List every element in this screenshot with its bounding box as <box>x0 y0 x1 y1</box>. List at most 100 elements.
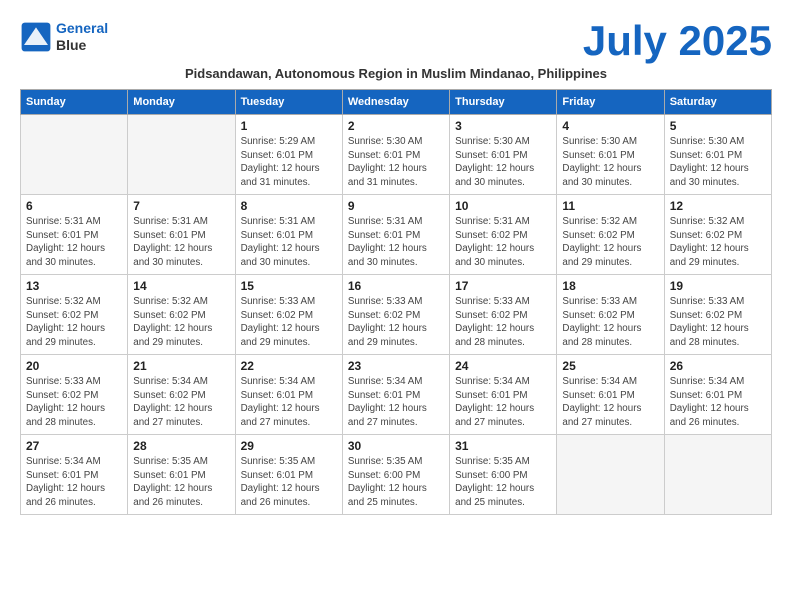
day-info: Sunrise: 5:32 AM Sunset: 6:02 PM Dayligh… <box>670 215 766 270</box>
logo-text: General Blue <box>56 20 108 54</box>
day-info: Sunrise: 5:33 AM Sunset: 6:02 PM Dayligh… <box>241 295 337 350</box>
day-info: Sunrise: 5:31 AM Sunset: 6:01 PM Dayligh… <box>348 215 444 270</box>
day-number: 3 <box>455 119 551 133</box>
weekday-header: Friday <box>557 90 664 115</box>
day-number: 17 <box>455 279 551 293</box>
calendar-day-cell: 3 Sunrise: 5:30 AM Sunset: 6:01 PM Daylig… <box>450 115 557 195</box>
day-number: 18 <box>562 279 658 293</box>
day-number: 9 <box>348 199 444 213</box>
day-number: 22 <box>241 359 337 373</box>
day-info: Sunrise: 5:35 AM Sunset: 6:00 PM Dayligh… <box>348 455 444 510</box>
day-info: Sunrise: 5:34 AM Sunset: 6:01 PM Dayligh… <box>26 455 122 510</box>
day-number: 4 <box>562 119 658 133</box>
logo: General Blue <box>20 20 108 54</box>
page-header: General Blue July 2025 <box>20 20 772 62</box>
calendar-day-cell: 9 Sunrise: 5:31 AM Sunset: 6:01 PM Daylig… <box>342 195 449 275</box>
logo-icon <box>20 21 52 53</box>
day-info: Sunrise: 5:35 AM Sunset: 6:01 PM Dayligh… <box>133 455 229 510</box>
day-number: 8 <box>241 199 337 213</box>
day-number: 5 <box>670 119 766 133</box>
calendar-day-cell: 7 Sunrise: 5:31 AM Sunset: 6:01 PM Daylig… <box>128 195 235 275</box>
day-number: 16 <box>348 279 444 293</box>
calendar-day-cell <box>664 435 771 515</box>
day-info: Sunrise: 5:30 AM Sunset: 6:01 PM Dayligh… <box>670 135 766 190</box>
day-info: Sunrise: 5:33 AM Sunset: 6:02 PM Dayligh… <box>562 295 658 350</box>
calendar-day-cell: 27Sunrise: 5:34 AM Sunset: 6:01 PM Dayli… <box>21 435 128 515</box>
day-number: 24 <box>455 359 551 373</box>
day-number: 19 <box>670 279 766 293</box>
day-number: 28 <box>133 439 229 453</box>
calendar-day-cell: 15 Sunrise: 5:33 AM Sunset: 6:02 PM Dayli… <box>235 275 342 355</box>
calendar-day-cell: 17 Sunrise: 5:33 AM Sunset: 6:02 PM Dayli… <box>450 275 557 355</box>
day-number: 25 <box>562 359 658 373</box>
weekday-header: Wednesday <box>342 90 449 115</box>
calendar-day-cell: 11Sunrise: 5:32 AM Sunset: 6:02 PM Dayli… <box>557 195 664 275</box>
weekday-header: Thursday <box>450 90 557 115</box>
calendar-day-cell: 18 Sunrise: 5:33 AM Sunset: 6:02 PM Dayli… <box>557 275 664 355</box>
day-info: Sunrise: 5:31 AM Sunset: 6:01 PM Dayligh… <box>133 215 229 270</box>
calendar-day-cell: 16 Sunrise: 5:33 AM Sunset: 6:02 PM Dayli… <box>342 275 449 355</box>
calendar-day-cell: 19 Sunrise: 5:33 AM Sunset: 6:02 PM Dayli… <box>664 275 771 355</box>
weekday-header: Saturday <box>664 90 771 115</box>
calendar-day-cell: 30 Sunrise: 5:35 AM Sunset: 6:00 PM Dayli… <box>342 435 449 515</box>
day-info: Sunrise: 5:30 AM Sunset: 6:01 PM Dayligh… <box>348 135 444 190</box>
calendar-day-cell: 26Sunrise: 5:34 AM Sunset: 6:01 PM Dayli… <box>664 355 771 435</box>
calendar-day-cell: 10Sunrise: 5:31 AM Sunset: 6:02 PM Dayli… <box>450 195 557 275</box>
day-info: Sunrise: 5:33 AM Sunset: 6:02 PM Dayligh… <box>26 375 122 430</box>
calendar-week-row: 27Sunrise: 5:34 AM Sunset: 6:01 PM Dayli… <box>21 435 772 515</box>
day-info: Sunrise: 5:34 AM Sunset: 6:02 PM Dayligh… <box>133 375 229 430</box>
weekday-header: Monday <box>128 90 235 115</box>
day-number: 29 <box>241 439 337 453</box>
calendar-day-cell: 24Sunrise: 5:34 AM Sunset: 6:01 PM Dayli… <box>450 355 557 435</box>
day-number: 12 <box>670 199 766 213</box>
day-info: Sunrise: 5:33 AM Sunset: 6:02 PM Dayligh… <box>670 295 766 350</box>
day-number: 21 <box>133 359 229 373</box>
calendar-day-cell: 5 Sunrise: 5:30 AM Sunset: 6:01 PM Daylig… <box>664 115 771 195</box>
day-info: Sunrise: 5:35 AM Sunset: 6:00 PM Dayligh… <box>455 455 551 510</box>
calendar-day-cell: 21 Sunrise: 5:34 AM Sunset: 6:02 PM Dayli… <box>128 355 235 435</box>
calendar-day-cell <box>557 435 664 515</box>
calendar-day-cell <box>128 115 235 195</box>
day-info: Sunrise: 5:34 AM Sunset: 6:01 PM Dayligh… <box>562 375 658 430</box>
subtitle: Pidsandawan, Autonomous Region in Muslim… <box>20 66 772 81</box>
calendar-day-cell: 20 Sunrise: 5:33 AM Sunset: 6:02 PM Dayli… <box>21 355 128 435</box>
logo-line1: General <box>56 20 108 36</box>
calendar-day-cell: 31 Sunrise: 5:35 AM Sunset: 6:00 PM Dayli… <box>450 435 557 515</box>
calendar-week-row: 20 Sunrise: 5:33 AM Sunset: 6:02 PM Dayli… <box>21 355 772 435</box>
logo-line2: Blue <box>56 37 108 54</box>
day-info: Sunrise: 5:33 AM Sunset: 6:02 PM Dayligh… <box>455 295 551 350</box>
day-number: 13 <box>26 279 122 293</box>
day-info: Sunrise: 5:32 AM Sunset: 6:02 PM Dayligh… <box>562 215 658 270</box>
calendar-day-cell: 22 Sunrise: 5:34 AM Sunset: 6:01 PM Dayli… <box>235 355 342 435</box>
calendar-week-row: 6 Sunrise: 5:31 AM Sunset: 6:01 PM Daylig… <box>21 195 772 275</box>
weekday-header: Sunday <box>21 90 128 115</box>
day-number: 6 <box>26 199 122 213</box>
calendar-header-row: SundayMondayTuesdayWednesdayThursdayFrid… <box>21 90 772 115</box>
day-number: 2 <box>348 119 444 133</box>
day-info: Sunrise: 5:34 AM Sunset: 6:01 PM Dayligh… <box>241 375 337 430</box>
day-number: 30 <box>348 439 444 453</box>
calendar-day-cell: 25 Sunrise: 5:34 AM Sunset: 6:01 PM Dayli… <box>557 355 664 435</box>
day-number: 31 <box>455 439 551 453</box>
calendar-body: 1Sunrise: 5:29 AM Sunset: 6:01 PM Daylig… <box>21 115 772 515</box>
day-info: Sunrise: 5:32 AM Sunset: 6:02 PM Dayligh… <box>133 295 229 350</box>
day-number: 15 <box>241 279 337 293</box>
calendar-day-cell <box>21 115 128 195</box>
calendar-day-cell: 4Sunrise: 5:30 AM Sunset: 6:01 PM Daylig… <box>557 115 664 195</box>
weekday-header: Tuesday <box>235 90 342 115</box>
day-number: 7 <box>133 199 229 213</box>
month-title: July 2025 <box>583 20 772 62</box>
day-info: Sunrise: 5:31 AM Sunset: 6:01 PM Dayligh… <box>26 215 122 270</box>
calendar-day-cell: 1Sunrise: 5:29 AM Sunset: 6:01 PM Daylig… <box>235 115 342 195</box>
calendar-day-cell: 13Sunrise: 5:32 AM Sunset: 6:02 PM Dayli… <box>21 275 128 355</box>
calendar-day-cell: 8 Sunrise: 5:31 AM Sunset: 6:01 PM Daylig… <box>235 195 342 275</box>
day-number: 10 <box>455 199 551 213</box>
day-number: 20 <box>26 359 122 373</box>
day-number: 26 <box>670 359 766 373</box>
day-info: Sunrise: 5:33 AM Sunset: 6:02 PM Dayligh… <box>348 295 444 350</box>
calendar-day-cell: 14 Sunrise: 5:32 AM Sunset: 6:02 PM Dayli… <box>128 275 235 355</box>
day-number: 14 <box>133 279 229 293</box>
calendar-day-cell: 12 Sunrise: 5:32 AM Sunset: 6:02 PM Dayli… <box>664 195 771 275</box>
day-info: Sunrise: 5:30 AM Sunset: 6:01 PM Dayligh… <box>455 135 551 190</box>
day-info: Sunrise: 5:31 AM Sunset: 6:01 PM Dayligh… <box>241 215 337 270</box>
